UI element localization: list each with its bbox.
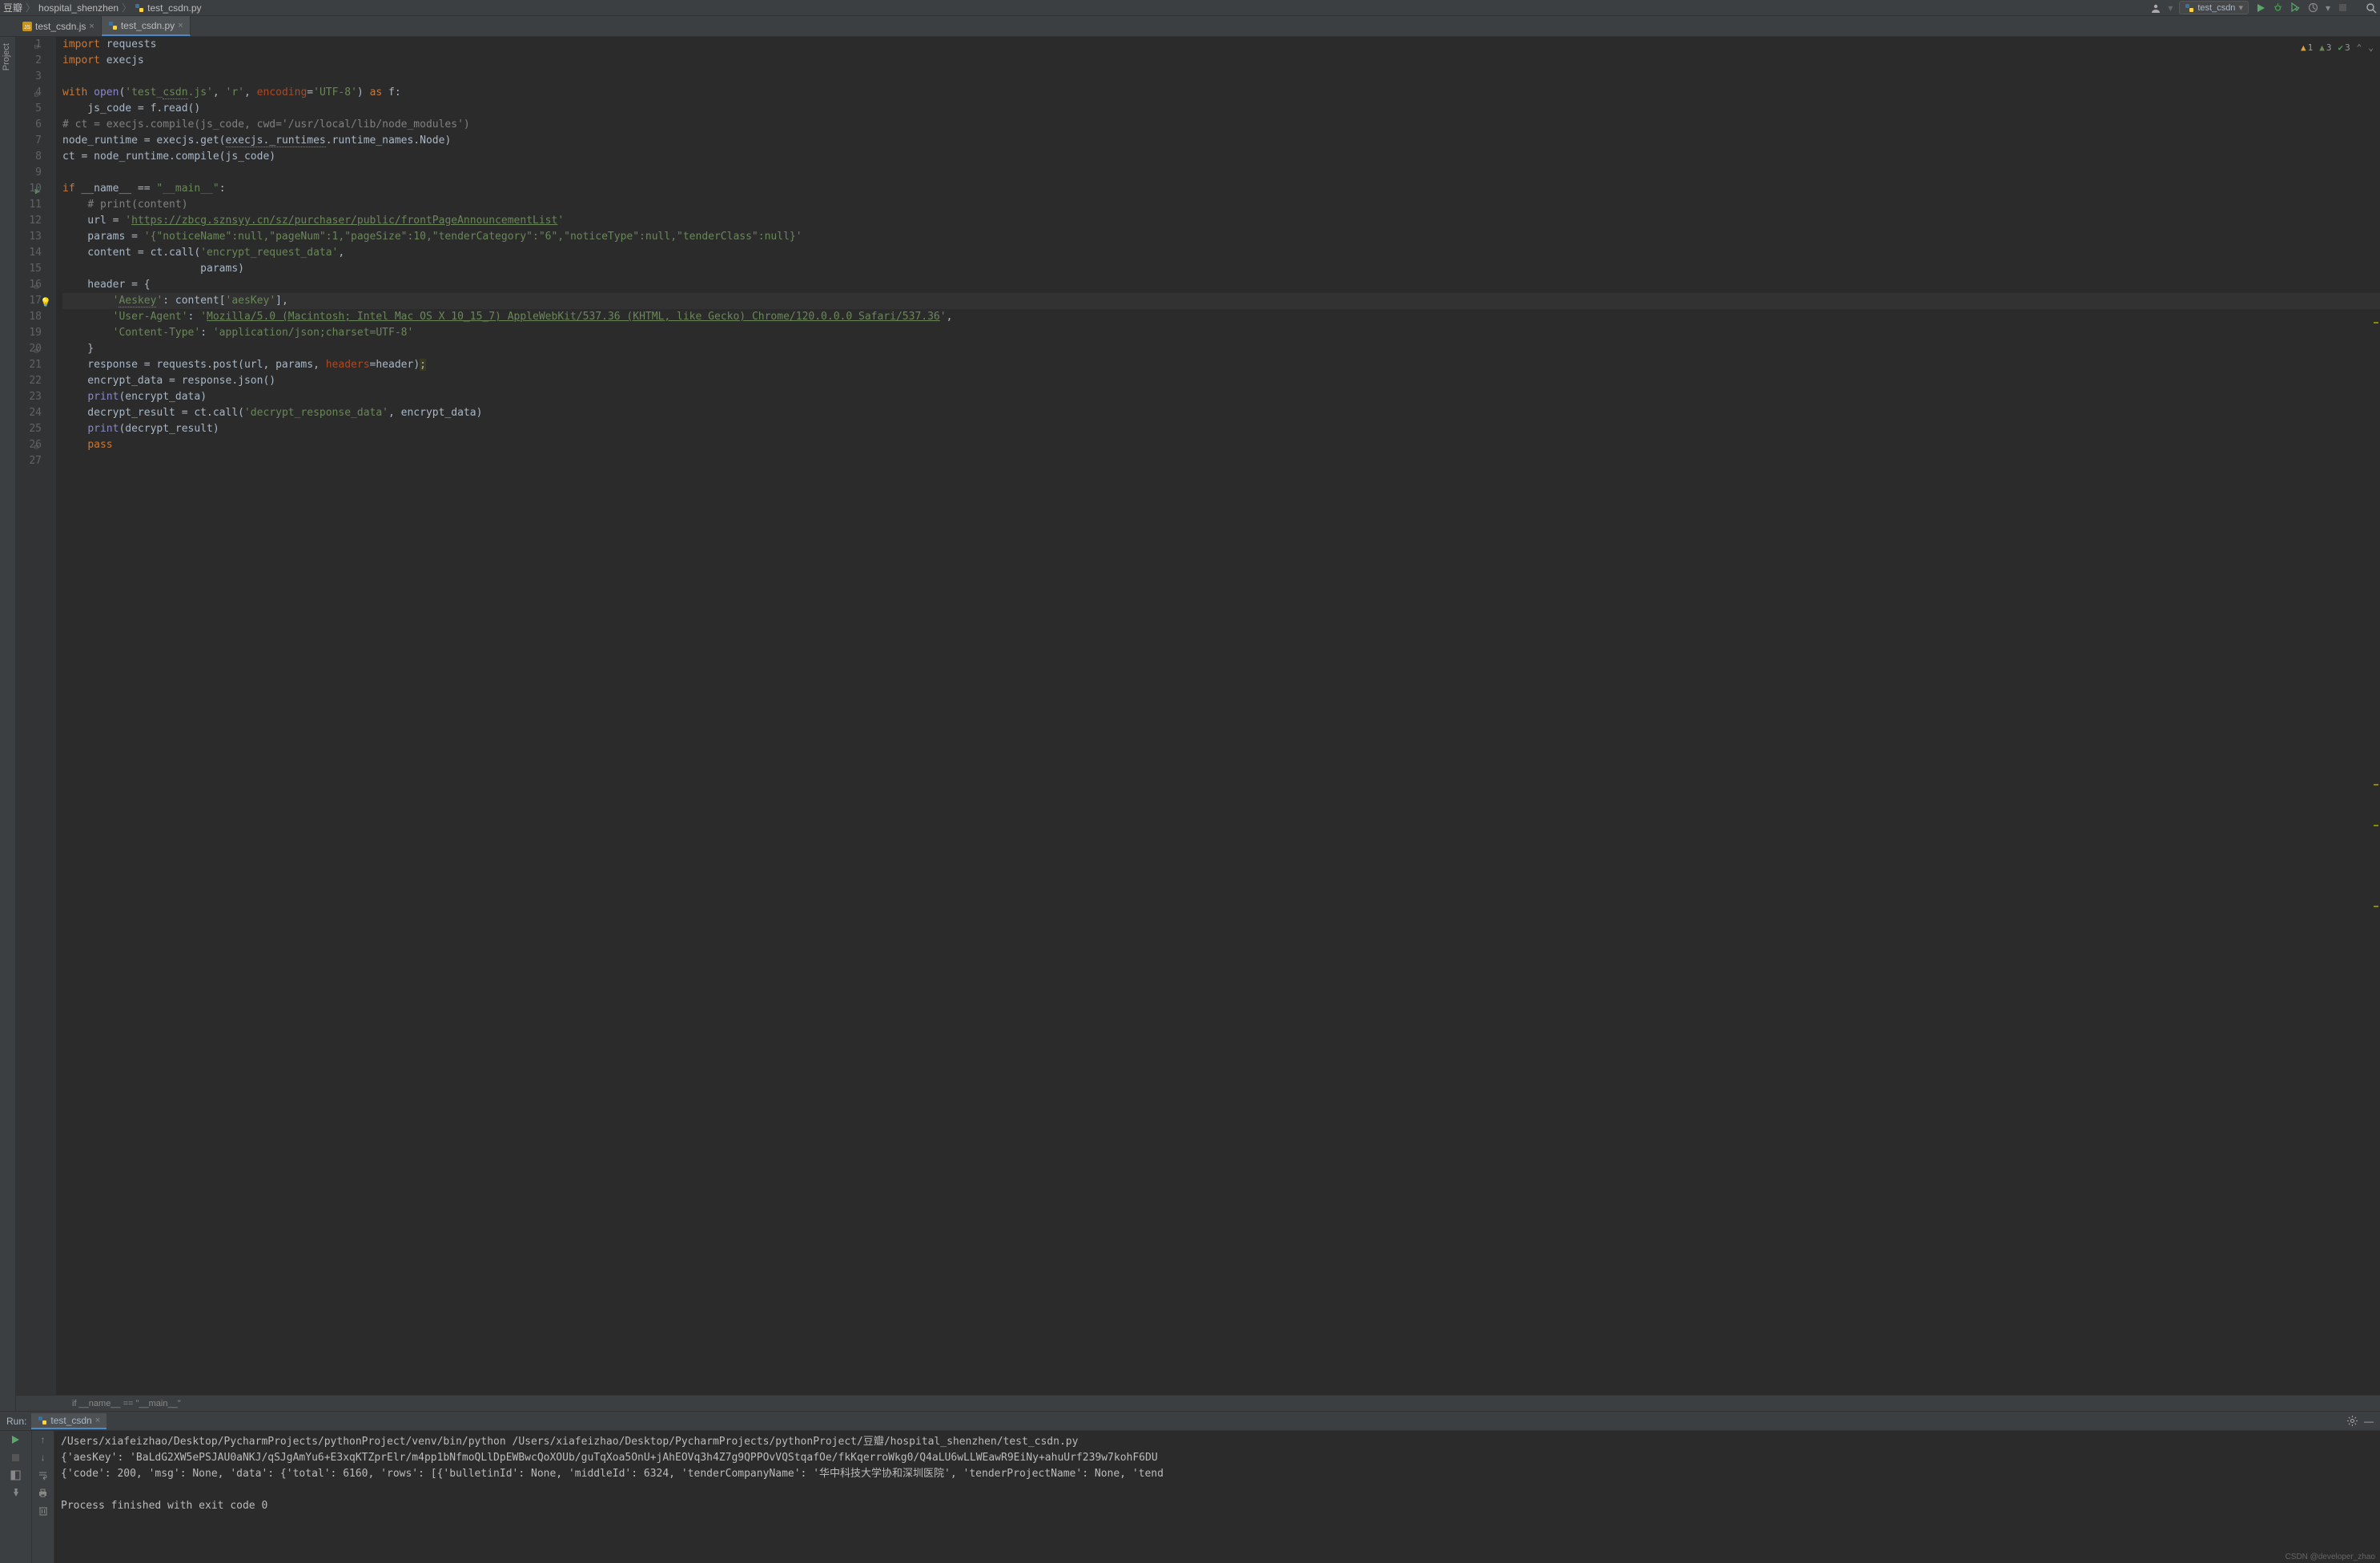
warning-icon: ▲ [2301,40,2306,56]
editor-tab-js[interactable]: JS test_csdn.js × [16,16,102,36]
delete-icon[interactable] [38,1505,49,1516]
breadcrumb-item[interactable]: hospital_shenzhen [38,2,119,14]
run-panel-title: Run: [6,1416,26,1427]
editor-tabs: JS test_csdn.js × test_csdn.py × [0,16,2380,37]
search-icon[interactable] [2366,2,2377,14]
run-toolbar-secondary: ↑ ↓ [32,1431,54,1563]
typo-icon: ✔ [2338,40,2344,56]
inspections-widget[interactable]: ▲1 ▲3 ✔3 ⌃ ⌄ [2301,40,2374,56]
tab-label: test_csdn.py [121,20,175,31]
editor-gutter[interactable]: 1⊟234⊟5678910▶⊟111213141516⊟17💡181920⊟21… [16,37,56,1395]
project-tool-button[interactable]: Project [0,37,13,77]
breadcrumb-item[interactable]: 豆瓣 [3,1,22,14]
breadcrumbs[interactable]: 豆瓣 〉 hospital_shenzhen 〉 test_csdn.py [3,1,202,14]
run-button[interactable] [2255,2,2266,14]
run-tab[interactable]: test_csdn × [31,1413,107,1429]
editor-breadcrumb[interactable]: if __name__ == "__main__" [16,1395,2380,1411]
chevron-up-icon[interactable]: ⌃ [2357,40,2362,56]
rerun-button[interactable] [10,1434,22,1445]
debug-button[interactable] [2273,2,2284,14]
console-output[interactable]: /Users/xiafeizhao/Desktop/PycharmProject… [54,1431,2380,1563]
python-file-icon [38,1416,47,1425]
settings-icon[interactable] [2346,1416,2358,1427]
hide-icon[interactable]: — [2364,1416,2374,1427]
weak-warning-icon: ▲ [2319,40,2325,56]
stop-button[interactable] [10,1452,22,1463]
error-stripe[interactable] [2372,37,2380,1395]
python-file-icon [135,3,144,13]
pin-icon[interactable] [10,1487,22,1498]
python-file-icon [108,21,118,30]
breadcrumb-separator: 〉 [122,1,131,14]
close-tab-icon[interactable]: × [89,22,94,31]
profile-button[interactable] [2308,2,2319,14]
soft-wrap-icon[interactable] [38,1469,49,1481]
close-tab-icon[interactable]: × [95,1416,100,1425]
close-tab-icon[interactable]: × [178,21,183,30]
svg-text:JS: JS [24,25,31,30]
run-tool-window: Run: test_csdn × — ↑ ↓ /Us [0,1411,2380,1563]
breadcrumb-item[interactable]: test_csdn.py [147,2,201,14]
watermark: CSDN @developer_zhao [2286,1553,2375,1561]
editor-tab-py[interactable]: test_csdn.py × [102,16,191,36]
breadcrumb-separator: 〉 [26,1,35,14]
js-file-icon: JS [22,22,32,31]
tab-label: test_csdn.js [35,21,86,32]
editor-content[interactable]: import requestsimport execjs with open('… [56,37,2380,1395]
navigation-bar: 豆瓣 〉 hospital_shenzhen 〉 test_csdn.py ▾ … [0,0,2380,16]
run-coverage-button[interactable] [2290,2,2302,14]
tool-window-bar-left[interactable]: Project [0,37,16,1411]
run-configuration-selector[interactable]: test_csdn ▾ [2179,1,2249,14]
stop-button[interactable] [2337,2,2348,14]
layout-icon[interactable] [10,1469,22,1481]
run-toolbar-primary [0,1431,32,1563]
print-icon[interactable] [38,1487,49,1498]
down-icon[interactable]: ↓ [38,1452,49,1463]
code-editor[interactable]: 1⊟234⊟5678910▶⊟111213141516⊟17💡181920⊟21… [16,37,2380,1395]
user-icon[interactable] [2150,2,2161,14]
up-icon[interactable]: ↑ [38,1434,49,1445]
